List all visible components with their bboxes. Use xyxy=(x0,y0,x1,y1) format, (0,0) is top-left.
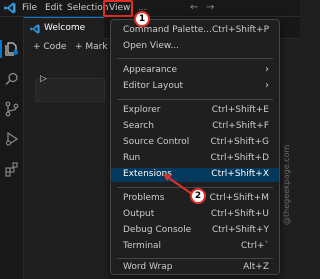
menu-item-source-control[interactable]: Source Control Ctrl+Shift+G xyxy=(111,136,279,150)
menu-item-word-wrap[interactable]: Word Wrap Alt+Z xyxy=(111,261,279,275)
menu-item-editor-layout[interactable]: Editor Layout › xyxy=(111,80,279,94)
watermark: @thegeekpage.com xyxy=(282,144,291,225)
forward-arrow-icon[interactable]: → xyxy=(206,2,214,13)
source-control-icon[interactable] xyxy=(4,101,20,117)
extensions-icon[interactable] xyxy=(4,161,20,177)
menu-edit[interactable]: Edit xyxy=(45,3,62,13)
vscode-logo-icon xyxy=(30,24,40,34)
menu-item-run[interactable]: Run Ctrl+Shift+D xyxy=(111,152,279,166)
chevron-right-icon[interactable]: ▷ xyxy=(40,74,47,84)
vscode-logo-icon xyxy=(4,2,16,14)
view-menu-dropdown: Command Palette... Ctrl+Shift+P Open Vie… xyxy=(110,19,280,275)
explorer-badge xyxy=(13,50,18,55)
new-mark-button[interactable]: + Mark xyxy=(75,42,108,52)
new-code-button[interactable]: + Code xyxy=(33,42,66,52)
tab-label: Welcome xyxy=(44,23,86,33)
chevron-right-icon: › xyxy=(265,80,269,91)
menu-separator xyxy=(117,99,273,100)
title-bar: File Edit Selection View ... ← → xyxy=(0,0,300,17)
view-menu-highlight-box xyxy=(103,0,133,17)
menu-item-appearance[interactable]: Appearance › xyxy=(111,64,279,78)
step-2-badge: 2 xyxy=(190,188,206,204)
menu-separator xyxy=(117,258,273,259)
menu-item-terminal[interactable]: Terminal Ctrl+` xyxy=(111,240,279,254)
menu-item-command-palette[interactable]: Command Palette... Ctrl+Shift+P xyxy=(111,24,279,38)
menu-item-search[interactable]: Search Ctrl+Shift+F xyxy=(111,120,279,134)
search-icon[interactable] xyxy=(4,71,20,87)
run-debug-icon[interactable] xyxy=(4,131,20,147)
step-1-badge: 1 xyxy=(134,11,150,27)
menu-item-extensions[interactable]: Extensions Ctrl+Shift+X xyxy=(111,168,279,182)
back-arrow-icon[interactable]: ← xyxy=(190,2,198,13)
menu-item-output[interactable]: Output Ctrl+Shift+U xyxy=(111,208,279,222)
explorer-icon[interactable] xyxy=(4,41,20,57)
active-indicator xyxy=(0,40,2,58)
menu-file[interactable]: File xyxy=(22,3,37,13)
menu-item-debug-console[interactable]: Debug Console Ctrl+Shift+Y xyxy=(111,224,279,238)
activity-bar xyxy=(0,17,24,279)
menu-separator xyxy=(117,58,273,59)
menu-item-explorer[interactable]: Explorer Ctrl+Shift+E xyxy=(111,104,279,118)
chevron-right-icon: › xyxy=(265,64,269,75)
tab-welcome[interactable]: Welcome xyxy=(24,17,104,39)
menu-item-open-view[interactable]: Open View... xyxy=(111,40,279,54)
